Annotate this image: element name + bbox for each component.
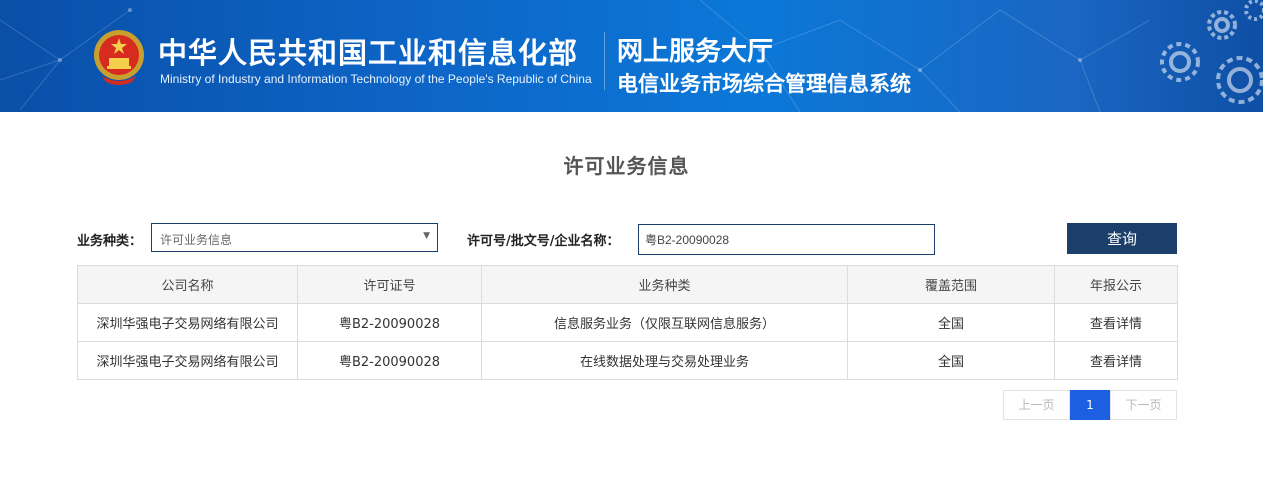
next-page-button[interactable]: 下一页 bbox=[1110, 390, 1177, 420]
license-search-label: 许可号/批文号/企业名称： bbox=[467, 234, 620, 249]
gears-decoration-icon bbox=[1160, 0, 1263, 104]
company-name-cell: 深圳华强电子交易网络有限公司 bbox=[77, 341, 298, 380]
view-details-link[interactable]: 查看详情 bbox=[1054, 341, 1178, 380]
business-type-selected-value: 许可业务信息 bbox=[160, 233, 233, 247]
hall-title: 网上服务大厅 bbox=[617, 37, 774, 67]
coverage-cell: 全国 bbox=[847, 303, 1055, 342]
license-no-cell: 粤B2-20090028 bbox=[297, 341, 482, 380]
column-header-business-type: 业务种类 bbox=[481, 265, 848, 304]
header-banner: 中华人民共和国工业和信息化部 Ministry of Industry and … bbox=[0, 0, 1263, 112]
table-row: 深圳华强电子交易网络有限公司 粤B2-20090028 在线数据处理与交易处理业… bbox=[77, 341, 1178, 380]
ministry-name-en: Ministry of Industry and Information Tec… bbox=[160, 72, 592, 86]
license-search-input[interactable] bbox=[638, 224, 935, 255]
company-name-cell: 深圳华强电子交易网络有限公司 bbox=[77, 303, 298, 342]
column-header-company: 公司名称 bbox=[77, 265, 298, 304]
license-results-table: 公司名称 许可证号 业务种类 覆盖范围 年报公示 深圳华强电子交易网络有限公司 … bbox=[77, 265, 1178, 380]
column-header-license-no: 许可证号 bbox=[297, 265, 482, 304]
table-header-row: 公司名称 许可证号 业务种类 覆盖范围 年报公示 bbox=[77, 265, 1178, 304]
license-no-cell: 粤B2-20090028 bbox=[297, 303, 482, 342]
business-type-cell: 在线数据处理与交易处理业务 bbox=[481, 341, 848, 380]
query-button[interactable]: 查询 bbox=[1067, 223, 1177, 254]
header-divider bbox=[604, 32, 605, 90]
prev-page-button[interactable]: 上一页 bbox=[1003, 390, 1070, 420]
view-details-link[interactable]: 查看详情 bbox=[1054, 303, 1178, 342]
column-header-coverage: 覆盖范围 bbox=[847, 265, 1055, 304]
system-title: 电信业务市场综合管理信息系统 bbox=[617, 72, 911, 96]
coverage-cell: 全国 bbox=[847, 341, 1055, 380]
business-type-label: 业务种类： bbox=[77, 234, 143, 249]
national-emblem-icon bbox=[94, 30, 144, 85]
current-page-button[interactable]: 1 bbox=[1070, 390, 1110, 420]
column-header-annual-report: 年报公示 bbox=[1054, 265, 1178, 304]
table-row: 深圳华强电子交易网络有限公司 粤B2-20090028 信息服务业务（仅限互联网… bbox=[77, 303, 1178, 342]
dropdown-caret-icon: ▼ bbox=[423, 231, 430, 241]
business-type-select[interactable]: 许可业务信息 ▼ bbox=[151, 223, 438, 252]
business-type-cell: 信息服务业务（仅限互联网信息服务） bbox=[481, 303, 848, 342]
pagination: 上一页 1 下一页 bbox=[1003, 390, 1177, 420]
ministry-name-cn: 中华人民共和国工业和信息化部 bbox=[158, 36, 579, 70]
page-title: 许可业务信息 bbox=[563, 154, 690, 178]
